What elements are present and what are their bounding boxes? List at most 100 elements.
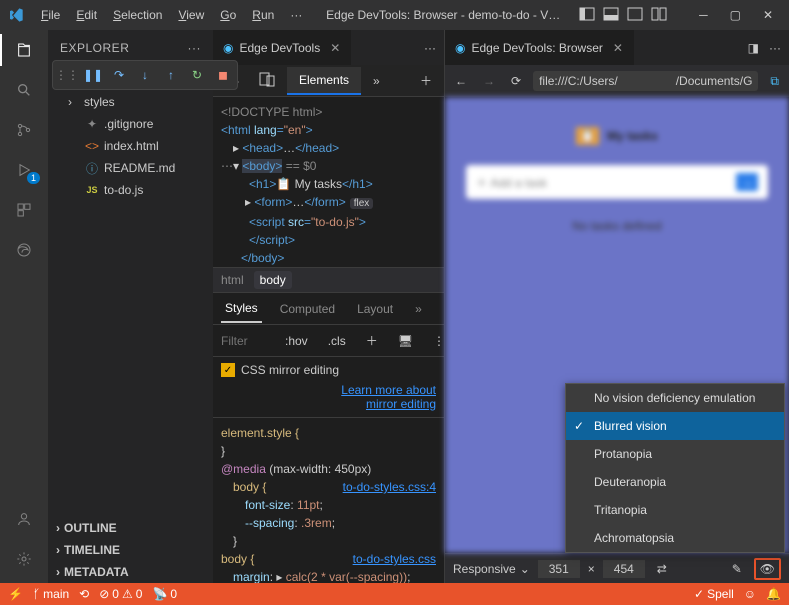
tree-file-readme[interactable]: ⓘREADME.md: [48, 157, 213, 179]
restart-icon[interactable]: ↻: [186, 64, 208, 86]
minimize-button[interactable]: ─: [691, 4, 716, 26]
vision-none[interactable]: No vision deficiency emulation: [566, 384, 784, 412]
computed-tab[interactable]: Computed: [276, 296, 339, 322]
window-title: Edge DevTools: Browser - demo-to-do - V…: [311, 8, 575, 22]
metadata-section[interactable]: ›METADATA: [48, 561, 213, 583]
reload-icon[interactable]: ⟳: [507, 72, 525, 90]
hov-button[interactable]: :hov: [279, 332, 314, 350]
devtools-editor: ◉ Edge DevTools ✕ ··· Elements » ＋ <!DOC…: [213, 30, 444, 583]
crumb-html[interactable]: html: [221, 273, 244, 287]
crumb-body[interactable]: body: [254, 271, 292, 289]
more-tabs-icon[interactable]: »: [367, 70, 386, 92]
extensions-icon[interactable]: [12, 198, 36, 222]
css-link2[interactable]: to-do-styles.css: [353, 550, 436, 568]
more-styles-tabs-icon[interactable]: »: [411, 296, 426, 322]
debug-toolbar[interactable]: ⋮⋮ ❚❚ ↷ ↓ ↑ ↻ ◼: [52, 60, 238, 90]
mirror-link1[interactable]: Learn more about: [341, 383, 436, 397]
vision-deuteranopia[interactable]: Deuteranopia: [566, 468, 784, 496]
device-toggle-icon[interactable]: [253, 67, 281, 94]
branch-button[interactable]: ᚶ main: [33, 587, 69, 601]
step-into-icon[interactable]: ↓: [134, 64, 156, 86]
problems-button[interactable]: ⊘ 0 ⚠ 0: [99, 587, 142, 601]
device-select[interactable]: Responsive ⌄: [453, 562, 530, 576]
width-input[interactable]: [538, 560, 580, 578]
browser-more-icon[interactable]: ···: [769, 41, 781, 55]
step-over-icon[interactable]: ↷: [108, 64, 130, 86]
close-button[interactable]: ✕: [755, 4, 781, 26]
notifications-icon[interactable]: 🔔: [766, 587, 781, 601]
ports-button[interactable]: 📡 0: [152, 587, 177, 601]
menu-run[interactable]: Run: [245, 4, 281, 26]
tab-browser[interactable]: ◉ Edge DevTools: Browser ✕: [445, 30, 634, 65]
menu-file[interactable]: File: [34, 4, 67, 26]
new-style-icon[interactable]: ＋: [360, 330, 384, 351]
stop-icon[interactable]: ◼: [212, 64, 234, 86]
menu-go[interactable]: Go: [213, 4, 243, 26]
elements-tab[interactable]: Elements: [287, 67, 361, 95]
cls-button[interactable]: .cls: [322, 332, 352, 350]
mirror-link2[interactable]: mirror editing: [366, 397, 436, 411]
layout-bottom-icon[interactable]: [601, 4, 621, 27]
accounts-icon[interactable]: [12, 507, 36, 531]
back-icon[interactable]: ←: [451, 72, 471, 90]
mirror-checkbox[interactable]: ✓: [221, 363, 235, 377]
tree-file-todojs[interactable]: JSto-do.js: [48, 179, 213, 201]
tree-file-gitignore[interactable]: ✦.gitignore: [48, 113, 213, 135]
menu-view[interactable]: View: [171, 4, 211, 26]
more-filter-icon[interactable]: ⋮: [427, 332, 444, 350]
tab-more-icon[interactable]: ···: [424, 41, 436, 55]
rotate-icon[interactable]: ⇄: [653, 560, 671, 578]
vision-emulation-icon[interactable]: 👁: [754, 558, 781, 580]
tree-file-index[interactable]: <>index.html: [48, 135, 213, 157]
step-out-icon[interactable]: ↑: [160, 64, 182, 86]
remote-icon[interactable]: ⚡: [8, 587, 23, 601]
height-input[interactable]: [603, 560, 645, 578]
css-link1[interactable]: to-do-styles.css:4: [343, 478, 436, 496]
spell-button[interactable]: ✓ Spell: [694, 587, 734, 601]
layout-tab[interactable]: Layout: [353, 296, 397, 322]
add-tab-icon[interactable]: ＋: [414, 68, 438, 93]
outline-section[interactable]: ›OUTLINE: [48, 517, 213, 539]
mirror-label: CSS mirror editing: [241, 363, 339, 377]
settings-gear-icon[interactable]: [12, 547, 36, 571]
url-bar[interactable]: file:///C:/Users/ /Documents/G: [533, 71, 758, 91]
vision-achromatopsia[interactable]: Achromatopsia: [566, 524, 784, 552]
explorer-icon[interactable]: [12, 38, 36, 62]
close-browser-tab-icon[interactable]: ✕: [613, 41, 623, 55]
add-task-input[interactable]: ＋ Add a task →: [466, 165, 769, 199]
feedback-icon[interactable]: ☺: [744, 587, 756, 601]
menu-edit[interactable]: Edit: [69, 4, 104, 26]
drag-handle-icon[interactable]: ⋮⋮: [56, 64, 78, 86]
menu-more[interactable]: ···: [283, 4, 309, 26]
titlebar: File Edit Selection View Go Run ··· Edge…: [0, 0, 789, 30]
maximize-button[interactable]: ▢: [722, 4, 749, 26]
open-devtools-icon[interactable]: ⧉: [766, 72, 783, 91]
layout-left-icon[interactable]: [577, 4, 597, 27]
page-title: 📋My tasks: [576, 127, 658, 145]
forward-icon[interactable]: →: [479, 72, 499, 90]
search-icon[interactable]: [12, 78, 36, 102]
css-rules[interactable]: element.style { } @media (max-width: 450…: [213, 418, 444, 583]
close-tab-icon[interactable]: ✕: [330, 41, 340, 55]
layout-right-icon[interactable]: [625, 4, 645, 27]
vision-protanopia[interactable]: Protanopia: [566, 440, 784, 468]
edge-icon[interactable]: [12, 238, 36, 262]
wand-icon[interactable]: ✎: [728, 560, 746, 578]
vision-tritanopia[interactable]: Tritanopia: [566, 496, 784, 524]
pause-icon[interactable]: ❚❚: [82, 64, 104, 86]
vision-deficiency-menu: No vision deficiency emulation ✓Blurred …: [565, 383, 785, 553]
vision-blurred[interactable]: ✓Blurred vision: [566, 412, 784, 440]
explorer-more-icon[interactable]: ···: [188, 41, 202, 55]
layout-grid-icon[interactable]: [649, 4, 669, 27]
styles-filter-input[interactable]: [221, 334, 271, 348]
styles-tab[interactable]: Styles: [221, 295, 262, 323]
tree-folder-styles[interactable]: ›styles: [48, 91, 213, 113]
source-control-icon[interactable]: [12, 118, 36, 142]
timeline-section[interactable]: ›TIMELINE: [48, 539, 213, 561]
menu-selection[interactable]: Selection: [106, 4, 169, 26]
device-icon[interactable]: 🖥: [392, 332, 419, 350]
split-editor-icon[interactable]: ◨: [748, 41, 759, 55]
dom-tree[interactable]: <!DOCTYPE html> <html lang="en"> ▸ <head…: [213, 97, 444, 267]
run-debug-icon[interactable]: 1: [12, 158, 36, 182]
sync-button[interactable]: ⟲: [79, 587, 89, 601]
